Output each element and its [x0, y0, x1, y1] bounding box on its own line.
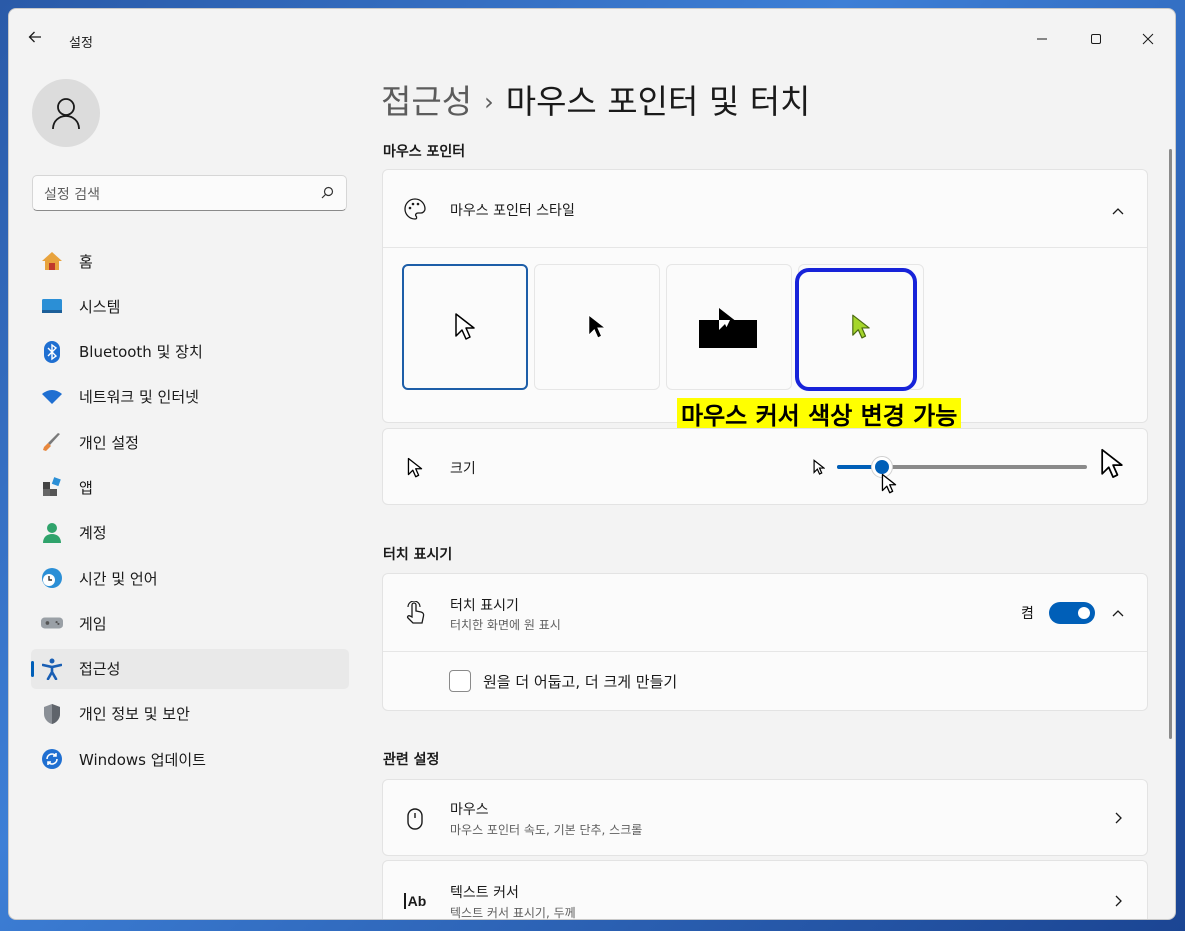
pointer-style-black[interactable] — [534, 264, 660, 390]
inverted-cursor-icon — [699, 306, 757, 348]
related-text-cursor-title: 텍스트 커서 — [450, 885, 519, 901]
toggle-state-label: 켬 — [1021, 606, 1034, 622]
pointer-style-title: 마우스 포인터 스타일 — [450, 203, 575, 219]
related-text-cursor-subtitle: 텍스트 커서 표시기, 두께 — [450, 906, 576, 920]
touch-hand-icon — [402, 600, 428, 626]
settings-window: 설정 설정 검색 홈 시스템 Bluetooth 및 장치 네트워크 및 인터넷… — [8, 8, 1176, 920]
user-icon — [52, 98, 80, 130]
sidebar-item-label: 앱 — [79, 478, 93, 497]
sidebar-item-label: 시간 및 언어 — [79, 569, 158, 588]
sidebar-item-windows-update[interactable]: Windows 업데이트 — [31, 739, 349, 779]
small-cursor-icon — [813, 459, 825, 475]
pointer-style-inverted[interactable] — [666, 264, 792, 390]
darker-circle-label: 원을 더 어둡고, 더 크게 만들기 — [483, 673, 678, 691]
mouse-icon — [402, 806, 428, 832]
sidebar-item-label: 게임 — [79, 614, 107, 633]
white-cursor-icon — [455, 313, 475, 340]
avatar[interactable] — [32, 79, 100, 147]
chevron-up-icon[interactable] — [1111, 606, 1125, 620]
pointer-style-white[interactable] — [402, 264, 528, 390]
darker-circle-checkbox[interactable] — [449, 670, 471, 692]
title-bar: 설정 — [9, 9, 1175, 57]
system-icon — [41, 295, 63, 317]
gamepad-icon — [41, 612, 63, 634]
section-heading-touch: 터치 표시기 — [383, 547, 453, 563]
sidebar-item-label: 네트워크 및 인터넷 — [79, 388, 199, 407]
text-cursor-icon: Ab — [402, 888, 428, 914]
update-icon — [41, 748, 63, 770]
breadcrumb: 접근성 › 마우스 포인터 및 터치 — [381, 75, 810, 123]
related-mouse-subtitle: 마우스 포인터 속도, 기본 단추, 스크롤 — [450, 823, 643, 837]
breadcrumb-parent[interactable]: 접근성 — [381, 82, 472, 121]
wifi-icon — [41, 386, 63, 408]
sidebar-item-privacy[interactable]: 개인 정보 및 보안 — [31, 694, 349, 734]
minimize-icon — [1037, 38, 1047, 40]
sidebar-item-home[interactable]: 홈 — [31, 241, 349, 281]
sidebar-item-label: 시스템 — [79, 297, 121, 316]
minimize-button[interactable] — [1019, 19, 1065, 59]
highlight-box — [795, 268, 917, 391]
sidebar-item-label: Windows 업데이트 — [79, 750, 206, 769]
sidebar-item-label: 개인 정보 및 보안 — [79, 705, 190, 724]
scrollbar[interactable] — [1169, 149, 1172, 739]
sidebar-item-label: 계정 — [79, 524, 107, 543]
sidebar-item-label: Bluetooth 및 장치 — [79, 343, 203, 362]
section-heading-mouse-pointer: 마우스 포인터 — [383, 144, 466, 160]
sidebar-item-bluetooth[interactable]: Bluetooth 및 장치 — [31, 332, 349, 372]
sidebar-item-accounts[interactable]: 계정 — [31, 513, 349, 553]
cursor-size-icon — [402, 455, 428, 481]
section-heading-related: 관련 설정 — [383, 752, 440, 768]
large-cursor-icon — [1101, 448, 1123, 478]
pointer-size-title: 크기 — [450, 461, 476, 477]
touch-indicator-title: 터치 표시기 — [450, 598, 519, 614]
shield-icon — [41, 703, 63, 725]
account-icon — [41, 522, 63, 544]
apps-icon — [41, 476, 63, 498]
touch-indicator-toggle[interactable] — [1049, 602, 1095, 624]
brush-icon — [41, 431, 63, 453]
sidebar-item-network[interactable]: 네트워크 및 인터넷 — [31, 377, 349, 417]
sidebar-item-gaming[interactable]: 게임 — [31, 603, 349, 643]
sidebar-item-label: 개인 설정 — [79, 433, 139, 452]
breadcrumb-separator: › — [484, 88, 494, 116]
accessibility-icon — [41, 658, 63, 680]
black-cursor-icon — [588, 314, 607, 339]
chevron-right-icon — [1115, 895, 1122, 907]
related-mouse-card[interactable]: 마우스 마우스 포인터 속도, 기본 단추, 스크롤 — [382, 779, 1148, 856]
pointer-size-slider[interactable] — [837, 456, 1087, 478]
search-icon — [321, 186, 334, 199]
touch-indicator-subtitle: 터치한 화면에 원 표시 — [450, 618, 561, 632]
chevron-up-icon[interactable] — [1111, 204, 1125, 218]
close-button[interactable] — [1125, 19, 1171, 59]
clock-globe-icon — [41, 567, 63, 589]
maximize-button[interactable] — [1073, 19, 1119, 59]
page-title: 마우스 포인터 및 터치 — [505, 82, 811, 121]
sidebar-item-label: 접근성 — [79, 660, 121, 679]
sidebar-item-time-language[interactable]: 시간 및 언어 — [31, 558, 349, 598]
sidebar-item-system[interactable]: 시스템 — [31, 286, 349, 326]
home-icon — [41, 250, 63, 272]
related-text-cursor-card[interactable]: Ab 텍스트 커서 텍스트 커서 표시기, 두께 — [382, 860, 1148, 920]
pointer-style-header[interactable]: 마우스 포인터 스타일 — [383, 170, 1147, 248]
app-title: 설정 — [69, 36, 93, 51]
close-icon — [1142, 33, 1154, 45]
sidebar-item-label: 홈 — [79, 252, 93, 271]
search-placeholder: 설정 검색 — [44, 187, 100, 203]
sidebar-item-accessibility[interactable]: 접근성 — [31, 648, 349, 689]
mouse-cursor-icon — [881, 473, 897, 494]
search-input[interactable]: 설정 검색 — [32, 175, 347, 211]
bluetooth-icon — [41, 340, 63, 363]
sidebar-item-personalization[interactable]: 개인 설정 — [31, 422, 349, 462]
sidebar-nav: 홈 시스템 Bluetooth 및 장치 네트워크 및 인터넷 개인 설정 앱 … — [31, 241, 349, 785]
sidebar-item-apps[interactable]: 앱 — [31, 467, 349, 507]
chevron-right-icon — [1115, 812, 1122, 824]
maximize-icon — [1091, 34, 1101, 44]
active-indicator — [31, 660, 34, 677]
back-arrow-icon — [28, 31, 41, 43]
palette-icon — [402, 196, 428, 222]
related-mouse-title: 마우스 — [450, 802, 489, 818]
back-button[interactable] — [27, 29, 49, 51]
